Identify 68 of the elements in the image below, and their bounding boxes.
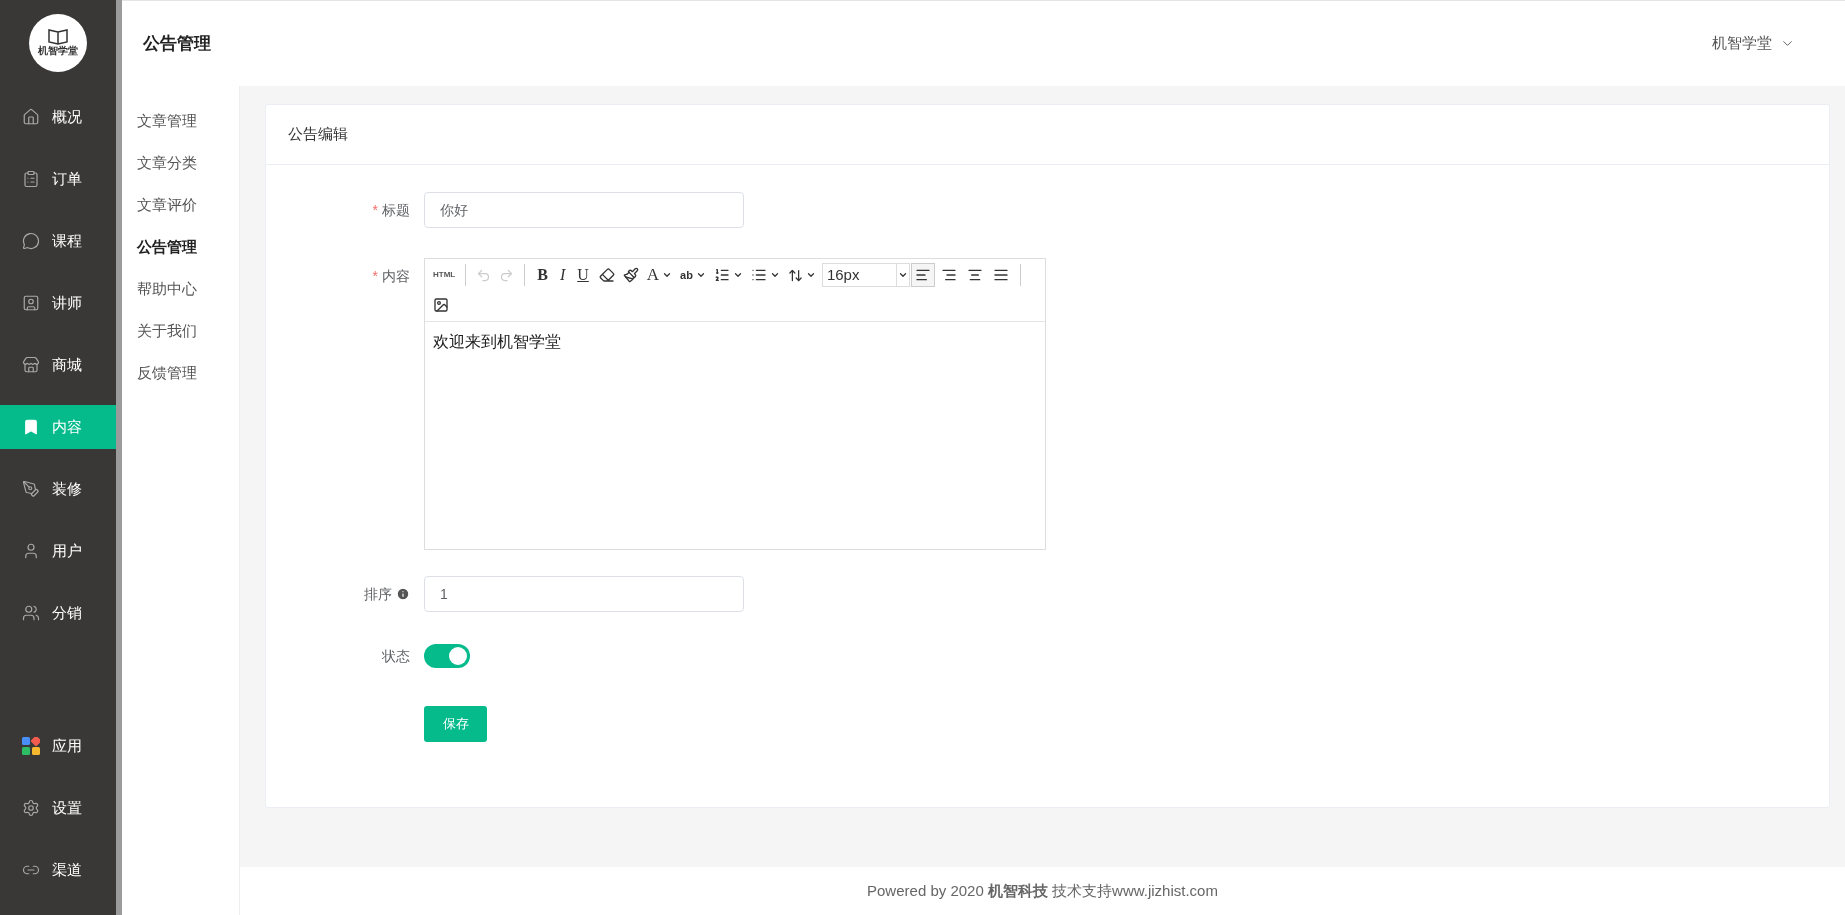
html-button[interactable]: HTML — [429, 263, 460, 287]
nav-item[interactable]: 课程 — [0, 219, 116, 263]
rich-text-editor[interactable]: HTML B I U A ab 16px 欢迎来到机智学堂 — [424, 258, 1046, 550]
required-asterisk: * — [372, 200, 378, 220]
sub-nav-item[interactable]: 文章分类 — [122, 142, 239, 184]
caret-icon — [732, 270, 743, 280]
align-right-icon — [940, 267, 957, 283]
sub-nav-item[interactable]: 文章管理 — [122, 100, 239, 142]
caret-icon — [769, 270, 780, 280]
sub-nav-item[interactable]: 公告管理 — [122, 226, 239, 268]
user-menu[interactable]: 机智学堂 — [1712, 32, 1795, 55]
page-title: 公告管理 — [143, 32, 211, 55]
nav-item[interactable]: 应用 — [0, 724, 116, 768]
ordered-list-icon — [713, 267, 730, 283]
caret-icon — [695, 270, 706, 280]
footer-text: Powered by 2020 机智科技 技术支持www.jizhist.com — [867, 880, 1218, 901]
home-icon — [22, 108, 40, 126]
nav-item[interactable]: 商城 — [0, 343, 116, 387]
bullet-list-icon — [750, 267, 767, 283]
highlight-button[interactable]: ab — [676, 263, 710, 287]
info-icon — [396, 587, 410, 601]
line-height-icon — [787, 267, 803, 283]
card-title: 公告编辑 — [288, 124, 348, 145]
user-icon — [22, 542, 40, 560]
italic-button[interactable]: I — [553, 263, 572, 287]
caret-icon — [897, 270, 908, 280]
shop-icon — [22, 356, 40, 374]
field-label: 状态 — [382, 646, 410, 666]
underline-button[interactable]: U — [571, 263, 595, 287]
align-left-button[interactable] — [910, 263, 935, 287]
nav-item[interactable]: 用户 — [0, 529, 116, 573]
sub-nav-item[interactable]: 帮助中心 — [122, 268, 239, 310]
eraser-icon — [598, 267, 615, 283]
caret-icon — [662, 270, 673, 280]
field-label: 内容 — [382, 267, 410, 286]
editor-text: 欢迎来到机智学堂 — [433, 333, 561, 350]
sub-nav-item[interactable]: 文章评价 — [122, 184, 239, 226]
font-color-button[interactable]: A — [642, 263, 677, 287]
nav-item[interactable]: 设置 — [0, 786, 116, 830]
nav-item[interactable]: 订单 — [0, 157, 116, 201]
justify-icon — [992, 267, 1009, 283]
order-icon — [22, 170, 40, 188]
users-icon — [22, 604, 40, 622]
nav-item[interactable]: 讲师 — [0, 281, 116, 325]
sub-nav-item[interactable]: 反馈管理 — [122, 352, 239, 394]
brush-icon — [622, 267, 639, 283]
logo: 机智学堂 — [29, 14, 87, 72]
sort-input[interactable]: 1 — [424, 576, 744, 612]
font-size-select[interactable]: 16px — [821, 263, 910, 287]
nav-item[interactable]: 概况 — [0, 95, 116, 139]
required-asterisk: * — [372, 267, 378, 286]
align-left-icon — [914, 267, 931, 283]
redo-icon — [499, 267, 515, 283]
nav-item[interactable]: 分销 — [0, 591, 116, 635]
field-label: 标题 — [382, 200, 410, 220]
caret-icon — [805, 270, 816, 280]
apps-icon — [22, 737, 40, 755]
undo-icon — [476, 267, 492, 283]
bold-button[interactable]: B — [531, 263, 554, 287]
align-center-icon — [966, 267, 983, 283]
nav-item[interactable]: 渠道 — [0, 848, 116, 892]
settings-icon — [22, 799, 40, 817]
field-label: 排序 — [364, 584, 392, 604]
image-icon — [433, 297, 449, 313]
title-input[interactable]: 你好 — [424, 192, 744, 228]
sub-nav-item[interactable]: 关于我们 — [122, 310, 239, 352]
nav-item[interactable]: 装修 — [0, 467, 116, 511]
status-switch[interactable] — [424, 644, 470, 668]
